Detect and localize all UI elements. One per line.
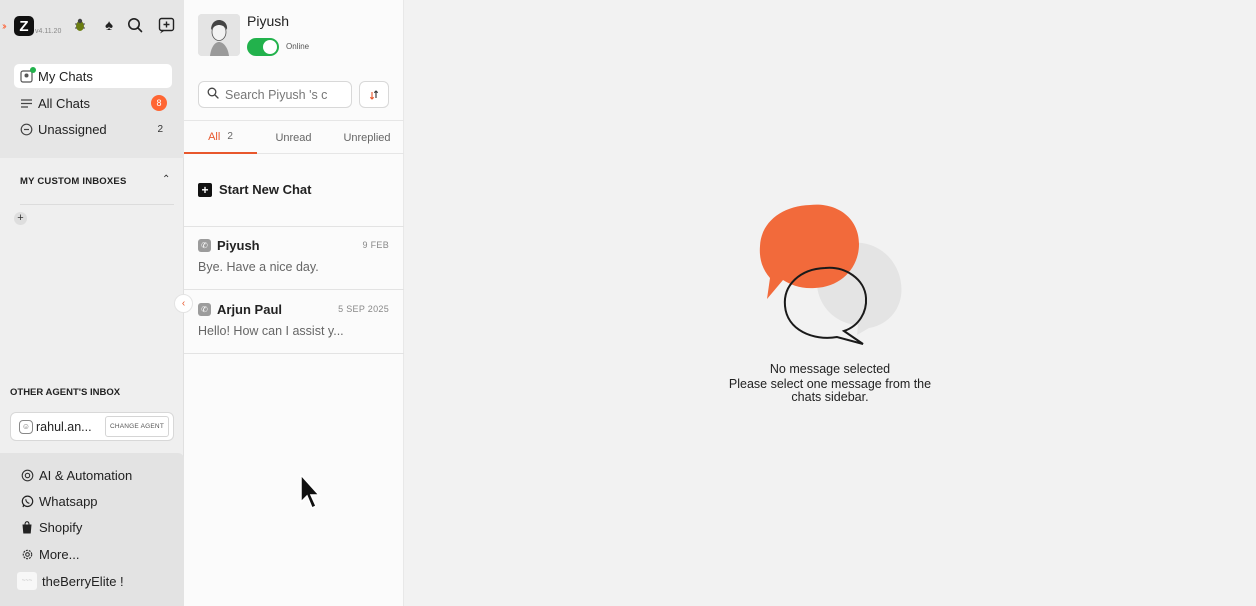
empty-state-title: No message selected bbox=[769, 362, 891, 376]
divider bbox=[20, 204, 174, 205]
my-chats-icon bbox=[20, 66, 36, 83]
online-dot-icon bbox=[30, 66, 36, 73]
agent-avatar-icon: ☺ bbox=[19, 419, 33, 434]
sidebar-item-whatsapp[interactable]: Whatsapp bbox=[20, 492, 98, 510]
ai-icon bbox=[20, 468, 34, 482]
expand-sidebar-icon[interactable]: ›› bbox=[2, 21, 14, 32]
chat-filter-tabs: All 2 Unread Unreplied bbox=[184, 120, 404, 154]
online-toggle[interactable] bbox=[247, 38, 279, 56]
list-icon bbox=[20, 97, 33, 110]
chat-name: Arjun Paul bbox=[217, 302, 283, 317]
search-icon bbox=[207, 86, 219, 104]
spade-icon[interactable]: ♠ bbox=[99, 15, 119, 35]
agent-selector: ☺ rahul.an... CHANGE AGENT bbox=[10, 412, 174, 441]
search-icon[interactable] bbox=[125, 15, 145, 35]
sidebar-item-label: Unassigned bbox=[38, 121, 107, 137]
tab-label: Unreplied bbox=[343, 131, 391, 144]
whatsapp-icon bbox=[20, 494, 34, 508]
chevron-up-icon[interactable]: ⌃ bbox=[162, 174, 170, 185]
tab-count: 2 bbox=[227, 131, 233, 142]
sidebar-item-label: AI & Automation bbox=[39, 467, 133, 483]
empty-state-subtitle: Please select one message from the chats… bbox=[700, 378, 960, 404]
sort-button[interactable] bbox=[359, 81, 389, 108]
shopify-icon bbox=[20, 520, 34, 534]
plus-icon: + bbox=[198, 182, 212, 197]
sidebar-item-label: Shopify bbox=[39, 519, 83, 535]
collapse-sidebar-button[interactable]: ‹ bbox=[174, 294, 193, 313]
unassigned-icon bbox=[20, 123, 33, 136]
sidebar-item-shopify[interactable]: Shopify bbox=[20, 518, 82, 536]
tab-label: Unread bbox=[275, 131, 312, 144]
chevron-left-icon: ‹ bbox=[181, 298, 186, 309]
tab-unread[interactable]: Unread bbox=[257, 121, 330, 154]
chat-date: 9 FEB bbox=[362, 240, 389, 250]
avatar[interactable] bbox=[198, 14, 240, 56]
other-agents-title: OTHER AGENT'S INBOX bbox=[10, 387, 121, 398]
whatsapp-icon: ✆ bbox=[198, 303, 211, 316]
empty-state-subtitle-line: chats sidebar. bbox=[791, 390, 869, 404]
sidebar-item-ai-automation[interactable]: AI & Automation bbox=[20, 466, 132, 484]
sidebar-bottom-section: AI & Automation Whatsapp Shopify More...… bbox=[0, 453, 184, 606]
sidebar-item-label: All Chats bbox=[38, 95, 91, 111]
chat-date: 5 SEP 2025 bbox=[338, 304, 389, 314]
org-logo: ~~~ bbox=[17, 572, 37, 590]
search-input[interactable] bbox=[225, 87, 343, 102]
add-inbox-button[interactable]: + bbox=[14, 212, 27, 225]
sidebar-item-more[interactable]: More... bbox=[20, 545, 79, 563]
chat-list-panel: Piyush Online All 2 Unread Unreplied + S… bbox=[184, 0, 404, 606]
all-chats-badge: 8 bbox=[151, 95, 167, 111]
gear-icon bbox=[20, 547, 34, 561]
change-agent-button[interactable]: CHANGE AGENT bbox=[104, 416, 169, 437]
app-version: v4.11.20 bbox=[35, 27, 62, 35]
left-sidebar: ›› Z v4.11.20 ♠ My Chats All Chats 8 Una… bbox=[0, 0, 184, 606]
app-logo[interactable]: Z bbox=[14, 16, 34, 36]
custom-inboxes-title: MY CUSTOM INBOXES bbox=[20, 176, 127, 187]
chat-name: Piyush bbox=[217, 238, 260, 253]
profile-name: Piyush bbox=[247, 13, 290, 29]
tab-label: All bbox=[208, 130, 221, 143]
bug-icon[interactable] bbox=[70, 15, 90, 35]
chat-bubbles-illustration bbox=[759, 204, 902, 345]
start-new-chat-button[interactable]: + Start New Chat bbox=[198, 182, 311, 197]
sidebar-item-label: Whatsapp bbox=[39, 493, 98, 509]
agent-name: rahul.an... bbox=[36, 419, 92, 434]
tab-all[interactable]: All 2 bbox=[184, 121, 257, 154]
sort-icon bbox=[369, 89, 379, 100]
sidebar-item-all-chats[interactable]: All Chats 8 bbox=[14, 91, 172, 115]
chat-preview: Bye. Have a nice day. bbox=[198, 260, 319, 274]
online-status: Online bbox=[286, 42, 310, 51]
chat-preview: Hello! How can I assist y... bbox=[198, 324, 344, 338]
org-name: theBerryElite ! bbox=[42, 573, 124, 589]
divider bbox=[184, 353, 404, 354]
search-box bbox=[198, 81, 352, 108]
sidebar-item-label: My Chats bbox=[38, 68, 93, 84]
organization-switcher[interactable]: ~~~ theBerryElite ! bbox=[17, 572, 124, 590]
list-item[interactable]: ✆ Arjun Paul 5 SEP 2025 Hello! How can I… bbox=[184, 290, 404, 353]
start-new-chat-label: Start New Chat bbox=[219, 182, 312, 197]
mouse-cursor-icon bbox=[300, 474, 321, 510]
sidebar-item-label: More... bbox=[39, 546, 80, 562]
brand: ›› Z v4.11.20 bbox=[2, 14, 61, 38]
sidebar-item-unassigned[interactable]: Unassigned 2 bbox=[14, 117, 172, 141]
compose-icon[interactable] bbox=[156, 15, 176, 35]
sidebar-item-my-chats[interactable]: My Chats bbox=[14, 64, 172, 88]
unassigned-count: 2 bbox=[157, 123, 163, 135]
whatsapp-icon: ✆ bbox=[198, 239, 211, 252]
list-item[interactable]: ✆ Piyush 9 FEB Bye. Have a nice day. bbox=[184, 226, 404, 289]
tab-unreplied[interactable]: Unreplied bbox=[330, 121, 404, 154]
